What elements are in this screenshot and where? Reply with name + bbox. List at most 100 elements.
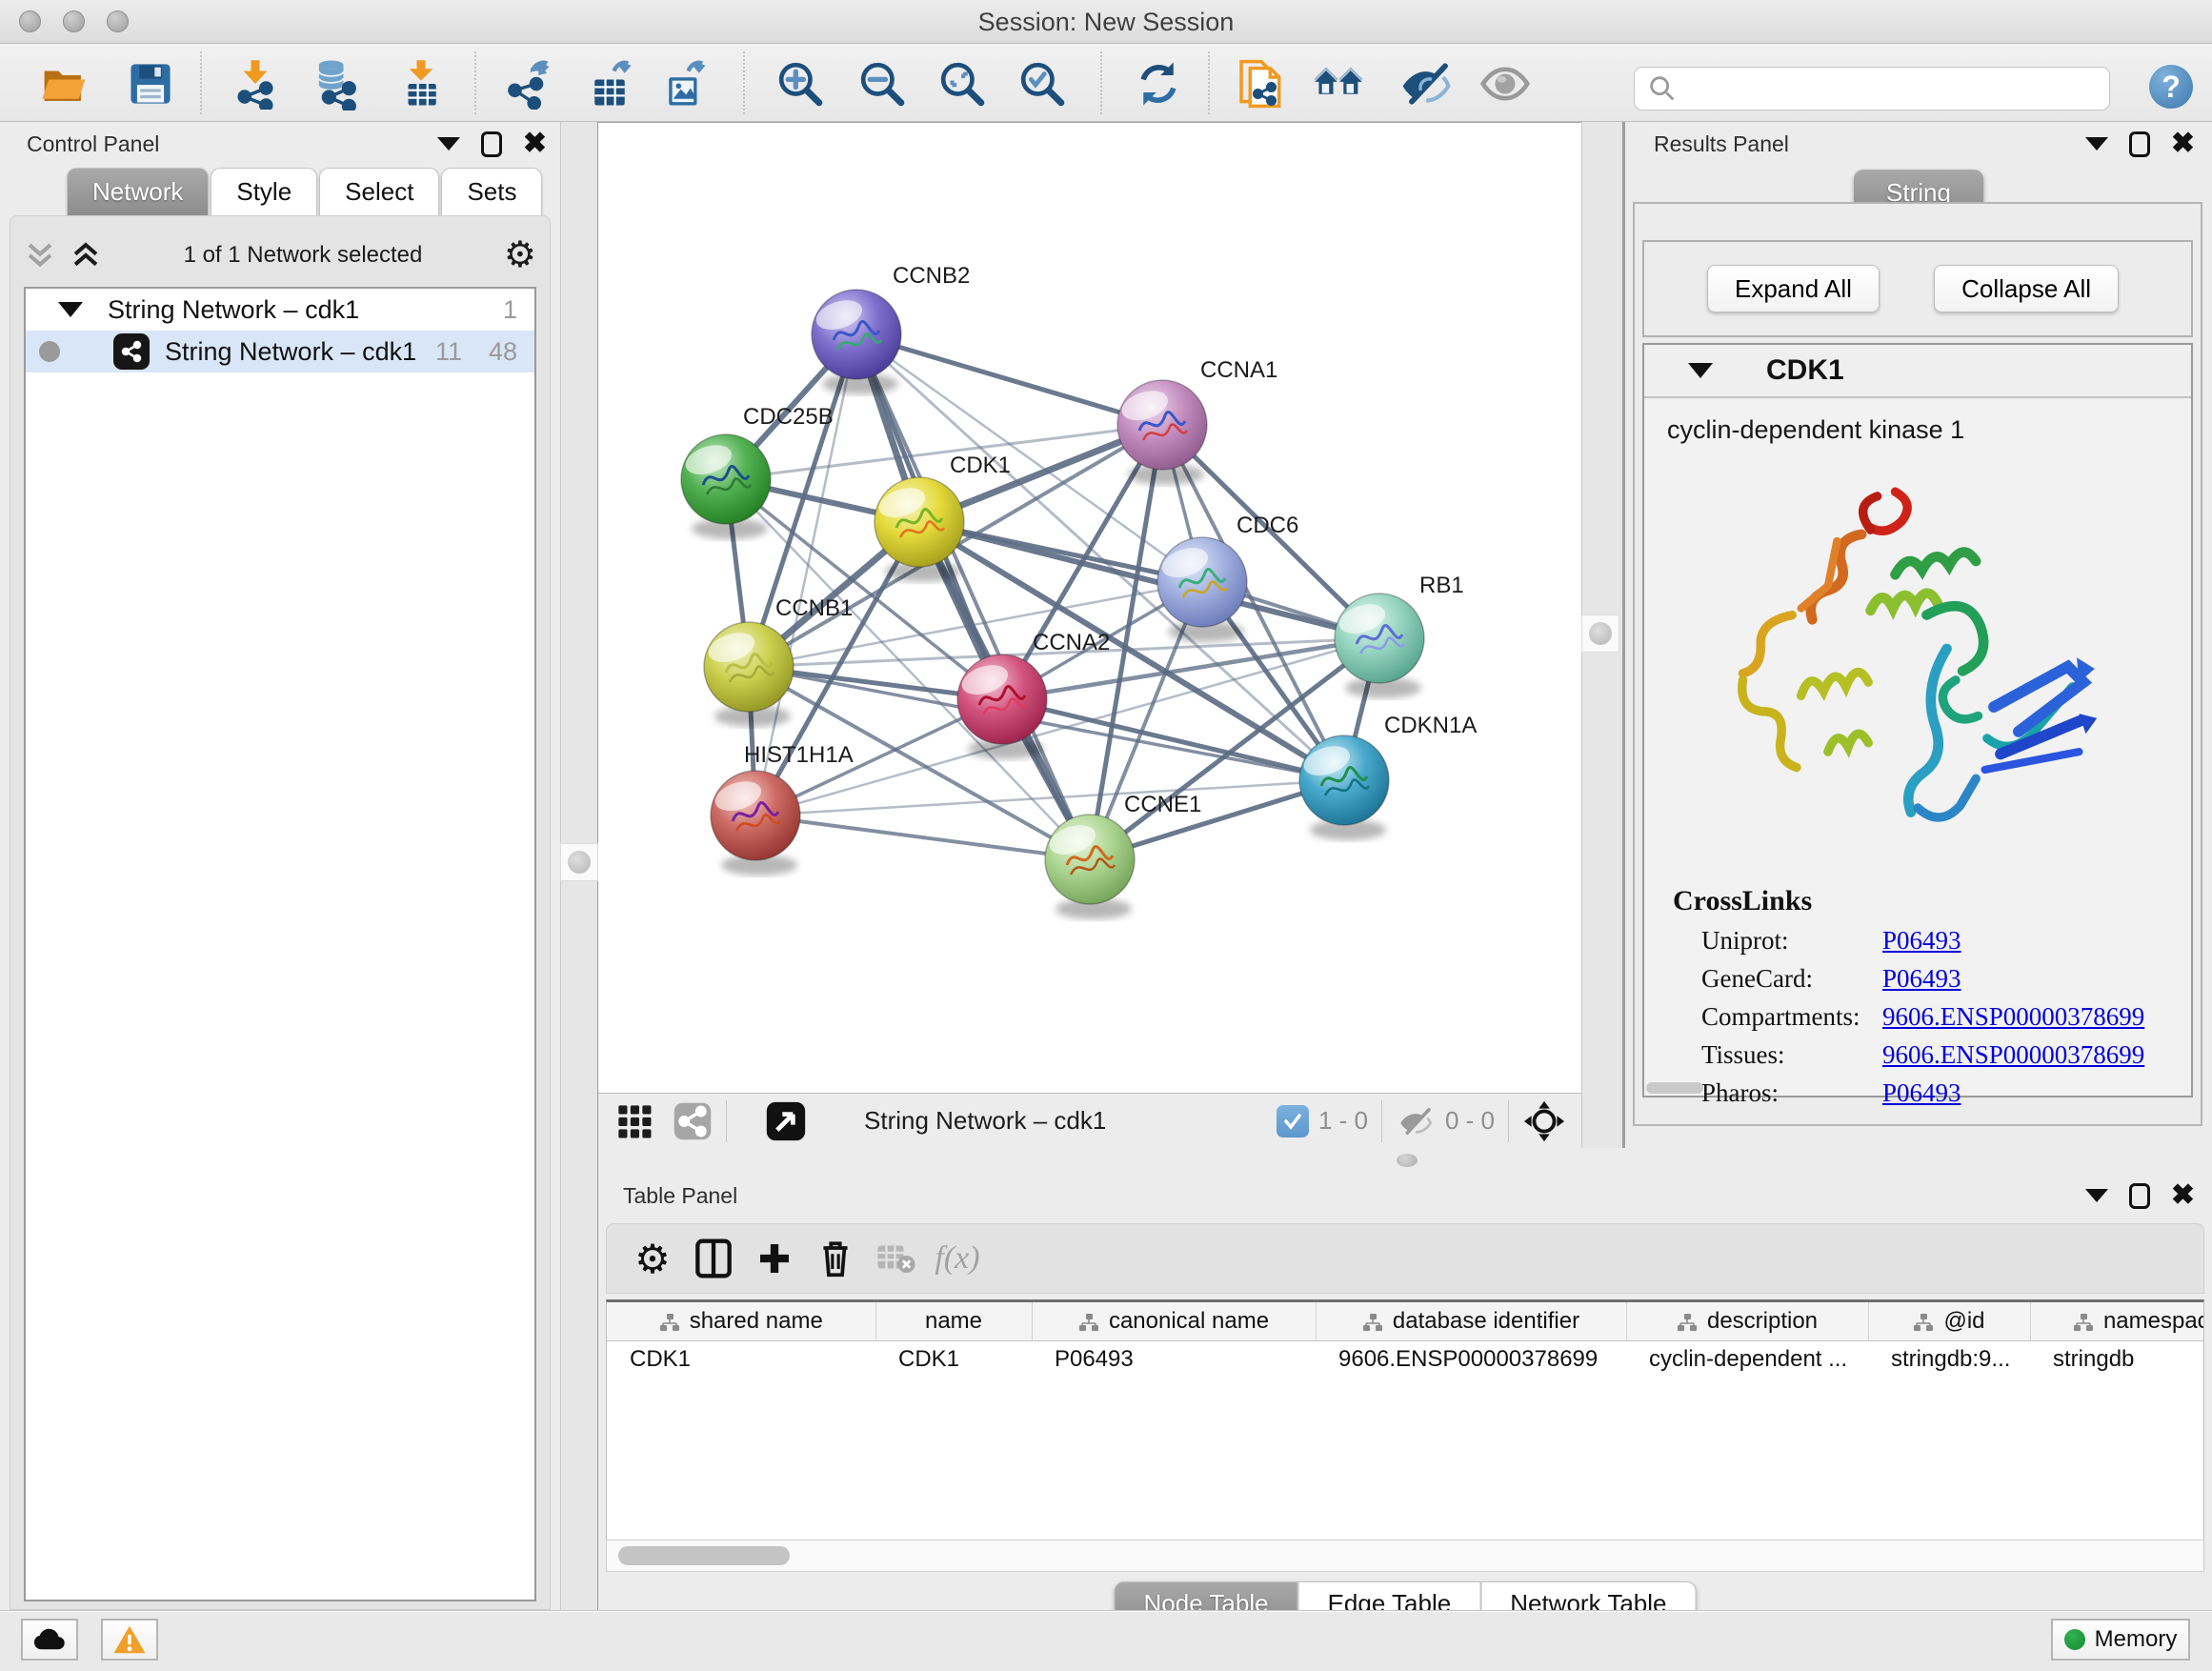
column-header-namespace[interactable]: namespace [2030,1302,2204,1340]
export-image-icon[interactable] [657,57,711,111]
collapse-all-button[interactable]: Collapse All [1934,265,2119,312]
table-panel-float-icon[interactable] [2129,1183,2150,1209]
network-node-CCNB2[interactable] [812,290,901,394]
zoom-out-icon[interactable] [855,57,909,111]
column-header-canonical-name[interactable]: canonical name [1032,1302,1316,1340]
column-header-database-identifier[interactable]: database identifier [1316,1302,1626,1340]
crosslink-link[interactable]: P06493 [1882,964,1961,994]
table-hscrollbar-thumb[interactable] [618,1546,790,1565]
tab-style[interactable]: Style [211,168,317,215]
network-node-CCNA2[interactable] [957,654,1047,759]
control-panel-collapse-icon[interactable] [437,137,460,151]
table-cell[interactable]: CDK1 [607,1340,875,1379]
table-hscrollbar[interactable] [606,1540,2204,1572]
column-header-shared-name[interactable]: shared name [607,1302,875,1340]
network-node-CDK1[interactable] [875,477,964,582]
cloud-button[interactable] [21,1619,78,1661]
crosslink-link[interactable]: P06493 [1882,1078,1961,1108]
network-edge-CCNE1-HIST1H1A[interactable] [755,815,1090,859]
network-node-CDKN1A[interactable] [1299,735,1389,840]
delete-table-icon [866,1232,927,1285]
network-node-RB1[interactable] [1335,594,1424,698]
control-panel-float-icon[interactable] [481,131,502,157]
table-panel-collapse-icon[interactable] [2085,1189,2108,1202]
selected-checkbox-icon[interactable] [1277,1105,1309,1137]
export-table-icon[interactable] [583,57,636,111]
grid-view-icon[interactable] [615,1102,654,1140]
table-cell[interactable]: cyclin-dependent ... [1626,1340,1868,1379]
search-input[interactable] [1686,70,2109,108]
tab-select[interactable]: Select [319,168,439,215]
network-node-CCNE1[interactable] [1045,815,1135,919]
refresh-icon[interactable] [1132,57,1185,111]
share-view-icon[interactable] [673,1101,713,1141]
network-node-CCNA1[interactable] [1117,380,1207,485]
network-collection-row[interactable]: String Network – cdk1 1 [26,289,534,331]
crosslink-link[interactable]: P06493 [1882,926,1961,956]
results-panel-close-icon[interactable]: ✖ [2171,130,2195,158]
tab-sets[interactable]: Sets [441,168,542,215]
network-graph[interactable]: CCNB2CCNA1CDC25BCDK1CDC6RB1CCNB1CCNA2CDK… [598,123,1581,1094]
zoom-in-icon[interactable] [774,57,827,111]
column-header-name[interactable]: name [875,1302,1032,1340]
network-node-HIST1H1A[interactable] [711,771,800,876]
expand-all-button[interactable]: Expand All [1707,265,1880,312]
network-edge-CCNB2-CCNE1[interactable] [856,334,1090,859]
network-edge-CCNB2-CCNA1[interactable] [856,334,1162,425]
network-options-gear-icon[interactable]: ⚙ [504,237,536,273]
hide-selected-icon[interactable] [1398,57,1452,111]
table-cell[interactable]: P06493 [1032,1340,1316,1379]
crosslink-link[interactable]: 9606.ENSP00000378699 [1882,1040,2144,1070]
crosslink-link[interactable]: 9606.ENSP00000378699 [1882,1002,2144,1032]
table-cell[interactable]: stringdb:9... [1868,1340,2030,1379]
tab-network[interactable]: Network [67,168,209,215]
horizontal-splitter[interactable] [598,1148,2212,1174]
create-column-plus-icon[interactable] [744,1232,805,1285]
show-graphics-details-icon[interactable] [1478,57,1532,111]
memory-label: Memory [2095,1626,2178,1653]
expand-all-networks-icon[interactable] [70,241,102,270]
entry-collapse-icon[interactable] [1688,363,1713,378]
show-all-networks-icon[interactable] [1313,57,1366,111]
export-network-icon[interactable] [501,57,554,111]
right-splitter-handle[interactable] [1581,614,1619,653]
copy-style-icon[interactable] [1235,57,1288,111]
table-options-gear-icon[interactable]: ⚙ [622,1232,683,1285]
cdk1-entry-header[interactable]: CDK1 [1644,345,2191,398]
zoom-selected-icon[interactable] [1016,57,1069,111]
network-node-CCNB1[interactable] [704,622,794,727]
show-columns-icon[interactable] [683,1232,744,1285]
open-session-icon[interactable] [38,57,91,111]
control-panel-close-icon[interactable]: ✖ [523,130,547,158]
import-table-icon[interactable] [394,57,448,111]
memory-button[interactable]: Memory [2051,1619,2190,1661]
network-node-CDC6[interactable] [1157,537,1247,642]
birdseye-view-icon[interactable] [765,1100,807,1142]
collection-expand-icon[interactable] [58,302,83,317]
table-cell[interactable]: 9606.ENSP00000378699 [1316,1340,1626,1379]
results-panel-collapse-icon[interactable] [2085,137,2108,151]
table-cell[interactable]: CDK1 [875,1340,1032,1379]
table-cell[interactable]: stringdb [2030,1340,2204,1379]
column-header-@id[interactable]: @id [1868,1302,2030,1340]
zoom-fit-icon[interactable] [935,57,989,111]
entry-hscrollbar[interactable] [1646,1082,1703,1094]
fit-content-target-icon[interactable] [1522,1099,1566,1143]
help-icon[interactable]: ? [2149,65,2193,109]
network-canvas[interactable]: CCNB2CCNA1CDC25BCDK1CDC6RB1CCNB1CCNA2CDK… [598,122,1581,1093]
save-session-icon[interactable] [124,57,177,111]
import-network-icon[interactable] [229,57,282,111]
import-network-from-database-icon[interactable] [307,57,360,111]
collapse-all-networks-icon[interactable] [24,241,56,270]
column-header-description[interactable]: description [1626,1302,1868,1340]
table-row[interactable]: CDK1CDK1P064939606.ENSP00000378699cyclin… [607,1340,2204,1379]
table-panel-close-icon[interactable]: ✖ [2171,1181,2195,1210]
delete-column-trash-icon[interactable] [805,1232,866,1285]
network-edge-CDK1-RB1[interactable] [919,522,1379,638]
network-row[interactable]: String Network – cdk1 11 48 [26,331,534,372]
results-panel-float-icon[interactable] [2129,131,2150,157]
horizontal-splitter-handle[interactable] [1397,1154,1418,1167]
left-splitter-handle[interactable] [560,843,598,881]
warnings-button[interactable] [101,1619,158,1661]
network-node-CDC25B[interactable] [681,434,771,539]
